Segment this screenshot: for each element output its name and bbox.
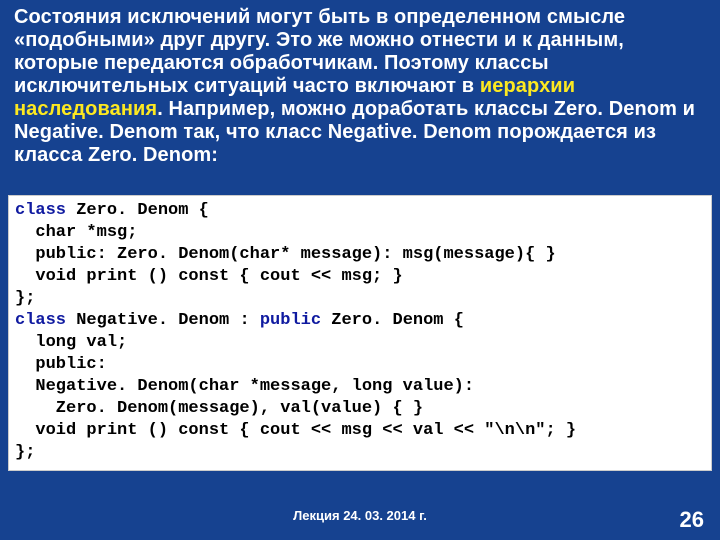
code-line: char *msg; xyxy=(15,223,137,242)
code-block: class Zero. Denom { char *msg; public: Z… xyxy=(8,195,712,471)
page-number: 26 xyxy=(680,507,704,533)
code-line: Negative. Denom : xyxy=(66,311,260,330)
code-line: long val; xyxy=(15,333,127,352)
code-line: public: xyxy=(15,355,107,374)
code-line: void print () const { cout << msg; } xyxy=(15,267,403,286)
code-line: Negative. Denom(char *message, long valu… xyxy=(15,377,474,396)
code-line: }; xyxy=(15,289,35,308)
paragraph: Состояния исключений могут быть в опреде… xyxy=(14,6,706,167)
code-line: }; xyxy=(15,443,35,462)
code-line: public: Zero. Denom(char* message): msg(… xyxy=(15,245,556,264)
code-line: void print () const { cout << msg << val… xyxy=(15,421,576,440)
code-keyword: class xyxy=(15,311,66,330)
footer: Лекция 24. 03. 2014 г. 26 xyxy=(0,508,720,530)
slide: Состояния исключений могут быть в опреде… xyxy=(0,0,720,540)
code-line: Zero. Denom(message), val(value) { } xyxy=(15,399,423,418)
code-line: Zero. Denom { xyxy=(321,311,464,330)
footer-center: Лекция 24. 03. 2014 г. xyxy=(0,508,720,523)
code-keyword: class xyxy=(15,201,66,220)
code-keyword: public xyxy=(260,311,321,330)
code-line: Zero. Denom { xyxy=(66,201,209,220)
